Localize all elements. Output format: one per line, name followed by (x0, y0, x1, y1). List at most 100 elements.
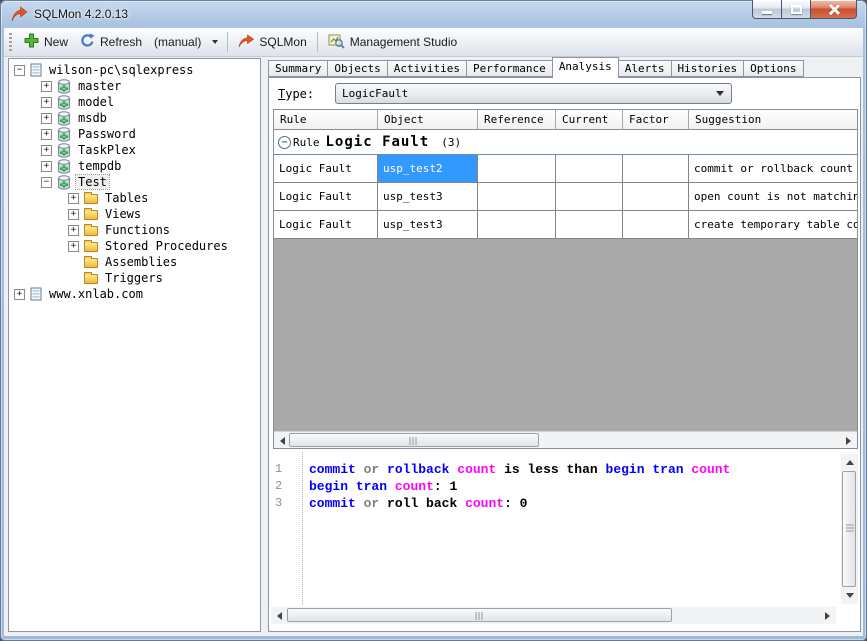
refresh-mode-dropdown[interactable] (207, 37, 223, 47)
tree-item-wilson-pc-sqlexpress[interactable]: −wilson-pc\sqlexpress (9, 62, 260, 78)
tree-item-www-xnlab-com[interactable]: + www.xnlab.com (9, 286, 260, 302)
column-header-rule[interactable]: Rule (274, 110, 378, 129)
tree-item-model[interactable]: +model (9, 94, 260, 110)
table-row[interactable]: Logic Faultusp_test2 commit or rollback c… (274, 155, 857, 183)
expand-toggle-icon[interactable]: + (68, 193, 79, 204)
cell[interactable]: Logic Fault (274, 155, 378, 182)
tab-summary[interactable]: Summary (268, 60, 328, 77)
expand-toggle-icon[interactable]: + (41, 113, 52, 124)
cell[interactable] (478, 183, 556, 210)
scroll-right-button[interactable] (840, 432, 857, 449)
expand-toggle-icon[interactable]: + (41, 161, 52, 172)
tab-analysis[interactable]: Analysis (552, 57, 619, 78)
code-token: count (395, 479, 434, 494)
cell[interactable]: Logic Fault (274, 211, 378, 238)
collapse-toggle-icon[interactable]: − (41, 177, 52, 188)
tab-options[interactable]: Options (743, 60, 803, 77)
tree-item-functions[interactable]: +Functions (9, 222, 260, 238)
code-token: : 0 (504, 496, 527, 511)
tree-item-msdb[interactable]: +msdb (9, 110, 260, 126)
detail-vscroll-thumb[interactable] (842, 471, 856, 587)
code-token: tran (356, 479, 387, 494)
cell[interactable] (478, 155, 556, 182)
management-studio-button[interactable]: Management Studio (322, 30, 463, 55)
scroll-up-button[interactable] (841, 454, 858, 471)
tree-item-label: Tables (103, 191, 150, 205)
expand-toggle-icon[interactable]: + (68, 225, 79, 236)
tree-item-triggers[interactable]: +Triggers (9, 270, 260, 286)
tree-item-password[interactable]: +Password (9, 126, 260, 142)
cell[interactable] (478, 211, 556, 238)
refresh-button[interactable]: Refresh (74, 30, 148, 54)
maximize-button[interactable] (782, 0, 811, 19)
tree-item-master[interactable]: +master (9, 78, 260, 94)
table-row[interactable]: Logic Faultusp_test3 open count is not ma… (274, 183, 857, 211)
cell[interactable]: commit or rollback count i (689, 155, 857, 182)
minimize-button[interactable] (752, 0, 782, 19)
cell[interactable] (623, 155, 689, 182)
tree-item-assemblies[interactable]: +Assemblies (9, 254, 260, 270)
code-token: or (364, 462, 380, 477)
cell[interactable]: open count is not matching (689, 183, 857, 210)
scroll-left-button[interactable] (271, 607, 288, 624)
expand-toggle-icon[interactable]: + (14, 289, 25, 300)
column-header-current[interactable]: Current (556, 110, 623, 129)
cell[interactable] (623, 211, 689, 238)
expand-toggle-icon[interactable]: + (68, 241, 79, 252)
tab-objects[interactable]: Objects (327, 60, 387, 77)
detail-hscroll-thumb[interactable] (287, 608, 672, 622)
collapse-group-icon[interactable]: − (278, 136, 291, 149)
tree-item-views[interactable]: +Views (9, 206, 260, 222)
table-row[interactable]: Logic Faultusp_test3 create temporary tab… (274, 211, 857, 239)
expand-toggle-icon[interactable]: + (68, 209, 79, 220)
expand-toggle-icon[interactable]: + (41, 145, 52, 156)
tree-item-tables[interactable]: + Tables (9, 190, 260, 206)
expand-toggle-icon[interactable]: + (41, 129, 52, 140)
cell[interactable]: create temporary table cou (689, 211, 857, 238)
code-text[interactable]: commit or rollback count is less than be… (304, 452, 840, 605)
grid-group-row[interactable]: − Rule Logic Fault (3) (274, 130, 857, 155)
column-header-suggestion[interactable]: Suggestion (689, 110, 857, 129)
detail-horizontal-scrollbar[interactable] (271, 607, 836, 624)
tree-item-test[interactable]: −Test (9, 174, 260, 190)
tree-item-tempdb[interactable]: +tempdb (9, 158, 260, 174)
scroll-down-button[interactable] (841, 587, 858, 604)
expand-toggle-icon[interactable]: + (41, 81, 52, 92)
object-explorer-tree: −wilson-pc\sqlexpress+master+model+msdb+… (8, 58, 261, 632)
type-combobox[interactable]: LogicFault (335, 83, 732, 104)
cell[interactable] (623, 183, 689, 210)
tab-histories[interactable]: Histories (671, 60, 745, 77)
suggestion-detail-editor[interactable]: 123 commit or rollback count is less tha… (269, 452, 860, 631)
expand-toggle-icon[interactable]: + (41, 97, 52, 108)
tree-item-label: TaskPlex (76, 143, 138, 157)
grid-hscroll-thumb[interactable] (289, 433, 539, 447)
grid-horizontal-scrollbar[interactable] (274, 431, 857, 448)
column-header-reference[interactable]: Reference (478, 110, 556, 129)
sqlmon-arrow-icon (238, 34, 254, 51)
column-header-object[interactable]: Object (378, 110, 478, 129)
cell[interactable] (556, 211, 623, 238)
cell[interactable] (556, 155, 623, 182)
column-header-factor[interactable]: Factor (623, 110, 689, 129)
grid-empty-area (274, 239, 857, 431)
scroll-right-button[interactable] (819, 607, 836, 624)
cell[interactable] (556, 183, 623, 210)
new-button[interactable]: New (18, 30, 74, 54)
collapse-toggle-icon[interactable]: − (14, 65, 25, 76)
cell[interactable]: usp_test3 (378, 183, 478, 210)
close-button[interactable] (811, 0, 857, 19)
tree-item-taskplex[interactable]: + TaskPlex (9, 142, 260, 158)
cell[interactable]: usp_test3 (378, 211, 478, 238)
tab-strip: SummaryObjectsActivitiesPerformanceAnaly… (268, 57, 861, 77)
tab-performance[interactable]: Performance (466, 60, 553, 77)
tree-item-label: www.xnlab.com (47, 287, 145, 301)
toolbar-separator (227, 32, 228, 52)
cell[interactable]: Logic Fault (274, 183, 378, 210)
tree-item-stored-procedures[interactable]: +Stored Procedures (9, 238, 260, 254)
tab-alerts[interactable]: Alerts (618, 60, 672, 77)
selected-cell[interactable]: usp_test2 (378, 155, 478, 182)
arrow-left-icon (280, 437, 285, 445)
tab-activities[interactable]: Activities (387, 60, 467, 77)
detail-vertical-scrollbar[interactable] (841, 454, 858, 604)
sqlmon-button[interactable]: SQLMon (232, 31, 312, 54)
